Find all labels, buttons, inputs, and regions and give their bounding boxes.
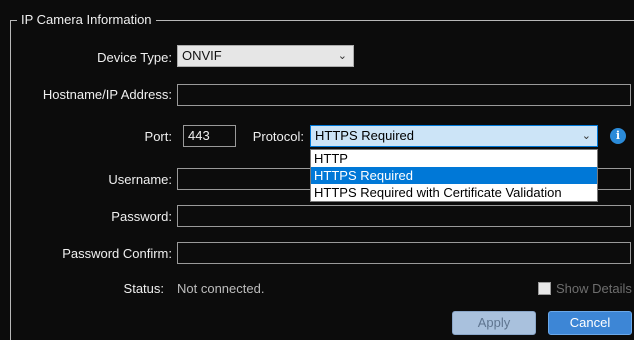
port-label: Port: (144, 129, 172, 144)
device-type-label: Device Type: (97, 50, 172, 65)
protocol-option-https-cert-validation[interactable]: HTTPS Required with Certificate Validati… (311, 184, 597, 201)
ip-camera-panel: IP Camera Information Device Type: ONVIF… (0, 0, 634, 340)
device-type-select[interactable]: ONVIF ⌄ (177, 45, 354, 67)
protocol-option-https-required[interactable]: HTTPS Required (311, 167, 597, 184)
device-type-value: ONVIF (182, 48, 222, 63)
username-label: Username: (108, 172, 172, 187)
chevron-down-icon: ⌄ (581, 130, 591, 142)
protocol-label: Protocol: (252, 129, 304, 144)
apply-button[interactable]: Apply (452, 311, 536, 335)
password-confirm-input[interactable] (177, 242, 631, 264)
status-value: Not connected. (177, 281, 265, 296)
protocol-select[interactable]: HTTPS Required ⌄ (310, 125, 598, 147)
protocol-value: HTTPS Required (315, 128, 414, 143)
password-input[interactable] (177, 205, 631, 227)
port-input[interactable]: 443 (183, 125, 236, 147)
show-details-checkbox[interactable] (538, 282, 551, 295)
group-box-title: IP Camera Information (17, 12, 156, 28)
cancel-button[interactable]: Cancel (548, 311, 632, 335)
protocol-option-http[interactable]: HTTP (311, 150, 597, 167)
password-confirm-label: Password Confirm: (62, 246, 172, 261)
hostname-label: Hostname/IP Address: (42, 87, 172, 102)
protocol-dropdown-list: HTTP HTTPS Required HTTPS Required with … (310, 149, 598, 202)
password-label: Password: (111, 209, 172, 224)
show-details-label[interactable]: Show Details (556, 281, 632, 297)
info-icon[interactable]: i (610, 128, 626, 144)
status-label: Status: (123, 281, 164, 296)
chevron-down-icon: ⌄ (337, 50, 347, 62)
hostname-input[interactable] (177, 84, 631, 106)
